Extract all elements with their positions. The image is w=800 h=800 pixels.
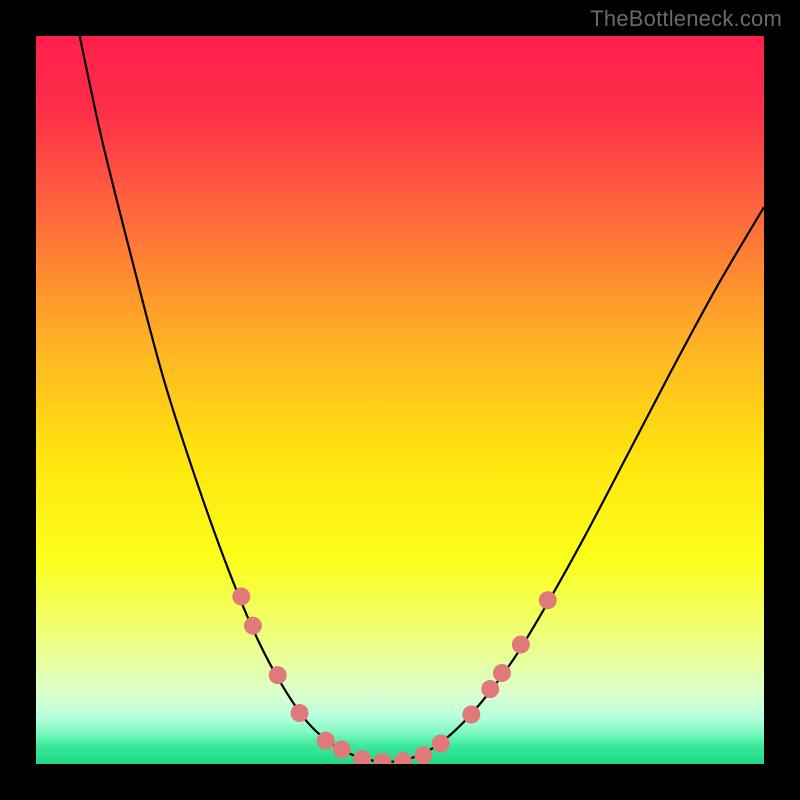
curve-marker (353, 750, 371, 764)
watermark-text: TheBottleneck.com (590, 6, 782, 32)
curve-marker (291, 704, 309, 722)
curve-marker (414, 746, 432, 764)
curve-marker (432, 735, 450, 753)
curve-path (80, 36, 764, 762)
curve-marker (333, 740, 351, 758)
curve-markers (232, 588, 556, 764)
chart-frame (36, 36, 764, 764)
curve-marker (317, 732, 335, 750)
curve-marker (232, 588, 250, 606)
curve-marker (539, 591, 557, 609)
bottleneck-curve (36, 36, 764, 764)
curve-marker (512, 636, 530, 654)
curve-marker (269, 666, 287, 684)
curve-marker (374, 753, 392, 764)
curve-marker (481, 680, 499, 698)
curve-marker (394, 752, 412, 764)
curve-marker (493, 664, 511, 682)
curve-marker (244, 617, 262, 635)
curve-marker (462, 706, 480, 724)
